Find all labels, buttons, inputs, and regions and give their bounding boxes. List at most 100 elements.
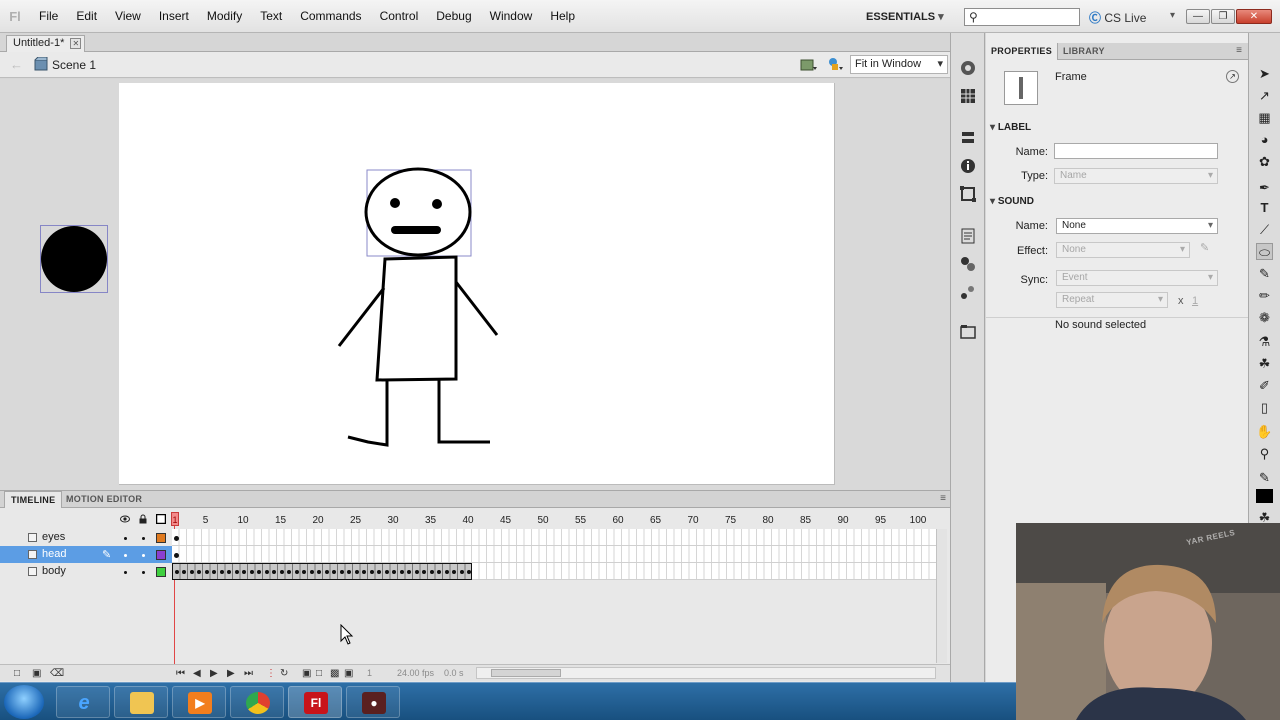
start-button[interactable] bbox=[4, 685, 44, 719]
eraser-tool-icon[interactable]: ▯ bbox=[1256, 399, 1273, 416]
lock-dot[interactable] bbox=[142, 554, 145, 557]
layer-row-eyes[interactable]: eyes bbox=[0, 529, 172, 546]
panel-menu-icon[interactable]: ≡ bbox=[940, 493, 946, 504]
lock-icon[interactable] bbox=[138, 514, 148, 524]
tab-library[interactable]: LIBRARY bbox=[1058, 43, 1110, 60]
onion-outline-icon[interactable]: □ bbox=[316, 668, 322, 679]
loop-icon[interactable]: ↻ bbox=[280, 668, 288, 679]
stroke-color-icon[interactable]: ✎ bbox=[1256, 469, 1273, 486]
help-search-input[interactable]: ⚲ bbox=[964, 8, 1080, 26]
menu-help[interactable]: Help bbox=[541, 9, 584, 23]
visibility-dot[interactable] bbox=[124, 537, 127, 540]
pasteboard[interactable] bbox=[0, 79, 950, 490]
menu-debug[interactable]: Debug bbox=[427, 9, 480, 23]
tab-timeline[interactable]: TIMELINE bbox=[4, 491, 63, 508]
eyedropper-tool-icon[interactable]: ✐ bbox=[1256, 377, 1273, 394]
taskbar-explorer-button[interactable] bbox=[114, 686, 168, 718]
chevron-down-icon[interactable]: ▾ bbox=[1170, 10, 1175, 21]
menu-commands[interactable]: Commands bbox=[291, 9, 370, 23]
visibility-dot[interactable] bbox=[124, 554, 127, 557]
selection-tool-icon[interactable]: ➤ bbox=[1256, 65, 1273, 82]
subselection-tool-icon[interactable]: ↗ bbox=[1256, 87, 1273, 104]
line-tool-icon[interactable]: ⟋ bbox=[1256, 221, 1273, 238]
outline-icon[interactable] bbox=[156, 514, 166, 524]
repeat-dropdown[interactable]: Repeat bbox=[1056, 292, 1168, 308]
label-name-input[interactable] bbox=[1054, 143, 1218, 159]
frame-row-head[interactable] bbox=[172, 546, 936, 563]
keyframe[interactable] bbox=[174, 553, 179, 558]
frames-grid[interactable] bbox=[172, 529, 936, 581]
menu-edit[interactable]: Edit bbox=[67, 9, 106, 23]
new-folder-icon[interactable]: ▣ bbox=[32, 668, 41, 679]
code-snippets-icon[interactable] bbox=[959, 227, 977, 245]
body-frame-span[interactable] bbox=[172, 563, 472, 580]
close-window-button[interactable]: ✕ bbox=[1236, 9, 1272, 24]
align-panel-icon[interactable] bbox=[959, 129, 977, 147]
frame-row-eyes[interactable] bbox=[172, 529, 936, 546]
bone-tool-icon[interactable]: ⚗ bbox=[1256, 333, 1273, 350]
pencil-tool-icon[interactable]: ✎ bbox=[1256, 265, 1273, 282]
menu-text[interactable]: Text bbox=[251, 9, 291, 23]
delete-layer-icon[interactable]: ⌫ bbox=[50, 668, 64, 679]
tab-properties[interactable]: PROPERTIES bbox=[986, 43, 1059, 60]
current-frame-readout[interactable]: 1 bbox=[367, 668, 372, 678]
menu-window[interactable]: Window bbox=[481, 9, 542, 23]
fill-color-swatch[interactable] bbox=[1256, 489, 1273, 503]
menu-control[interactable]: Control bbox=[371, 9, 428, 23]
back-arrow-icon[interactable]: ← bbox=[10, 57, 23, 72]
deco-tool-icon[interactable]: ❁ bbox=[1256, 309, 1273, 326]
stick-figure-drawing[interactable] bbox=[119, 83, 835, 485]
workspace-switcher[interactable]: ESSENTIALS bbox=[866, 10, 944, 23]
panel-menu-icon[interactable]: ≡ bbox=[1236, 45, 1242, 56]
layer-color-swatch[interactable] bbox=[156, 533, 166, 543]
taskbar-chrome-button[interactable] bbox=[230, 686, 284, 718]
taskbar-ie-button[interactable]: e bbox=[56, 686, 110, 718]
frame-ruler[interactable]: 5 10 15 20 25 30 35 40 45 50 55 60 65 70 75 80 85 90 95 100 bbox=[172, 511, 936, 529]
timeline-horizontal-scrollbar[interactable] bbox=[476, 667, 936, 679]
repeat-count-field[interactable]: 1 bbox=[1192, 295, 1198, 307]
edit-envelope-pencil-icon[interactable]: ✎ bbox=[1200, 241, 1209, 254]
frame-row-body[interactable] bbox=[172, 563, 936, 580]
menu-file[interactable]: File bbox=[30, 9, 67, 23]
frame-rate-readout[interactable]: 24.00 fps bbox=[397, 668, 434, 678]
color-panel-icon[interactable] bbox=[959, 59, 977, 77]
layer-color-swatch[interactable] bbox=[156, 567, 166, 577]
taskbar-media-player-button[interactable]: ▶ bbox=[172, 686, 226, 718]
stage[interactable] bbox=[119, 83, 835, 485]
sound-section-header[interactable]: SOUND bbox=[990, 196, 1246, 207]
edit-multiple-frames-icon[interactable]: ▩ bbox=[330, 668, 339, 679]
project-panel-icon[interactable] bbox=[959, 323, 977, 341]
help-circle-icon[interactable]: ↗ bbox=[1226, 70, 1239, 83]
zoom-tool-icon[interactable]: ⚲ bbox=[1256, 445, 1273, 462]
tab-motion-editor[interactable]: MOTION EDITOR bbox=[60, 491, 148, 508]
timeline-vertical-scrollbar[interactable] bbox=[936, 529, 947, 663]
sound-name-dropdown[interactable]: None bbox=[1056, 218, 1218, 234]
layer-row-body[interactable]: body bbox=[0, 563, 172, 580]
menu-modify[interactable]: Modify bbox=[198, 9, 251, 23]
motion-presets-icon[interactable] bbox=[959, 283, 977, 301]
scrollbar-thumb[interactable] bbox=[491, 669, 561, 677]
keyframe[interactable] bbox=[174, 536, 179, 541]
taskbar-flash-button[interactable]: Fl bbox=[288, 686, 342, 718]
info-panel-icon[interactable] bbox=[959, 157, 977, 175]
onion-skin-icon[interactable]: ▣ bbox=[302, 668, 311, 679]
menu-view[interactable]: View bbox=[106, 9, 150, 23]
paint-bucket-tool-icon[interactable]: ☘ bbox=[1256, 355, 1273, 372]
new-layer-icon[interactable]: □ bbox=[14, 668, 20, 679]
3d-rotation-tool-icon[interactable]: ◕ bbox=[1256, 131, 1273, 148]
layer-color-swatch[interactable] bbox=[156, 550, 166, 560]
taskbar-recorder-button[interactable]: ● bbox=[346, 686, 400, 718]
components-panel-icon[interactable] bbox=[959, 255, 977, 273]
swatches-panel-icon[interactable] bbox=[959, 87, 977, 105]
hand-tool-icon[interactable]: ✋ bbox=[1256, 423, 1273, 440]
cs-live-button[interactable]: Ⓒ CS Live bbox=[1089, 9, 1146, 26]
close-icon[interactable]: ✕ bbox=[70, 38, 82, 49]
minimize-button[interactable]: — bbox=[1186, 9, 1210, 24]
eye-icon[interactable] bbox=[120, 514, 130, 524]
modify-markers-icon[interactable]: ▣ bbox=[344, 668, 353, 679]
restore-button[interactable]: ❐ bbox=[1211, 9, 1235, 24]
play-icon[interactable]: ▶ bbox=[210, 668, 218, 679]
edit-scene-icon[interactable] bbox=[800, 56, 818, 72]
center-frame-icon[interactable]: ⋮ bbox=[266, 668, 276, 679]
text-tool-icon[interactable]: T bbox=[1256, 199, 1273, 216]
